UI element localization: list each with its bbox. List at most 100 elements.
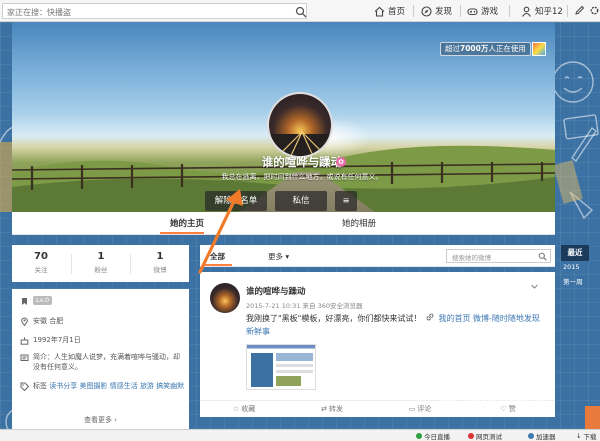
test-icon	[468, 433, 474, 439]
info-location-row: 安徽 合肥	[20, 316, 63, 326]
profile-avatar[interactable]	[267, 92, 333, 158]
stat-following[interactable]: 70 关注	[12, 251, 70, 274]
live-icon	[416, 433, 422, 439]
post-text: 我刚换了"黑板"模板，好漂亮，你们都快来试试！	[246, 314, 422, 323]
nav-divider	[460, 5, 461, 17]
accelerator-icon	[528, 433, 534, 439]
tag-link[interactable]: 搞笑幽默	[156, 382, 184, 390]
download-icon: ↓	[576, 432, 582, 440]
info-level-row: Lv.0	[20, 296, 53, 306]
nav-profile-label: 知乎12	[535, 7, 563, 17]
stat-following-value: 70	[34, 251, 48, 262]
edit-icon[interactable]	[574, 5, 585, 16]
unblock-button[interactable]: 解除黑名单	[205, 191, 267, 211]
status-test-label: 网页测试	[476, 433, 502, 441]
feed-search-box[interactable]: 搜索她的微博	[446, 249, 551, 263]
star-icon: ☆	[232, 405, 242, 413]
status-live-label: 今日直播	[424, 433, 450, 441]
info-location: 安徽 合肥	[33, 317, 64, 325]
feed-tab-more[interactable]: 更多 ▾	[268, 251, 289, 262]
top-navigation-bar: 家正在搜：快播盗 首页 发现 游戏 知乎12	[0, 0, 600, 22]
browser-status-bar: 今日直播 网页测试 加速器 ↓ 下载	[0, 429, 600, 441]
post-body: 我刚换了"黑板"模板，好漂亮，你们都快来试试！ 我的首页 微博-随时随地发现新鲜…	[246, 312, 546, 338]
baidu-watermark: Baidu经验	[437, 383, 548, 408]
nav-divider	[509, 5, 510, 17]
usage-badge-number: 7000万	[460, 44, 489, 53]
profile-username: 谁的喧哗与躁动	[261, 155, 343, 169]
status-accelerator-label: 加速器	[536, 433, 556, 441]
nav-games[interactable]: 游戏	[467, 4, 498, 18]
view-more-link[interactable]: 查看更多 ›	[12, 415, 189, 425]
feed-search-placeholder[interactable]: 搜索她的微博	[452, 252, 491, 262]
timeline-year[interactable]: 2015	[563, 263, 580, 271]
member-badge-icon[interactable]: ✿	[336, 157, 346, 167]
post-author-name[interactable]: 谁的喧哗与躁动	[246, 285, 306, 297]
stat-posts-label: 微博	[153, 266, 167, 274]
watermark-text: Baidu经验	[464, 389, 548, 408]
nav-home-label: 首页	[388, 7, 406, 17]
favorite-label: 收藏	[241, 405, 256, 413]
gamepad-icon	[467, 7, 478, 15]
repost-icon: ⇄	[320, 405, 330, 413]
usage-badge-suffix: 人正在使用	[488, 44, 526, 53]
timeline-week[interactable]: 第一周	[563, 276, 583, 286]
timeline-recent-tab[interactable]: 最近	[561, 245, 589, 261]
tag-icon	[20, 382, 29, 391]
post-author-avatar[interactable]	[210, 283, 240, 313]
nav-home[interactable]: 首页	[374, 4, 405, 18]
stat-following-label: 关注	[34, 266, 48, 274]
repost-label: 转发	[329, 405, 344, 413]
status-accelerator[interactable]: 加速器	[528, 431, 556, 441]
search-placeholder[interactable]: 家正在搜：快播盗	[7, 7, 71, 18]
tag-link[interactable]: 读书分享	[49, 382, 77, 390]
search-box[interactable]: 家正在搜：快播盗	[2, 3, 307, 19]
template-theme-icon[interactable]	[532, 42, 546, 56]
feed-tab-indicator	[204, 264, 232, 266]
bookmark-icon	[22, 298, 27, 305]
more-menu-button[interactable]: ≡	[335, 191, 357, 211]
cake-icon	[20, 337, 29, 345]
nav-profile[interactable]: 知乎12	[521, 4, 563, 18]
stat-posts-value: 1	[156, 251, 164, 262]
settings-icon[interactable]	[589, 5, 600, 16]
tag-link[interactable]: 旅游	[140, 382, 154, 390]
stat-followers[interactable]: 1 粉丝	[72, 251, 130, 274]
tag-link[interactable]: 美图摄影	[79, 382, 107, 390]
nav-discover[interactable]: 发现	[421, 4, 452, 18]
tab-her-album[interactable]: 她的相册	[342, 217, 376, 229]
user-icon	[522, 6, 531, 17]
stat-posts[interactable]: 1 微博	[131, 251, 189, 274]
search-icon[interactable]	[295, 6, 307, 18]
tab-her-home[interactable]: 她的主页	[170, 217, 204, 229]
repost-action[interactable]: ⇄ 转发	[288, 404, 376, 414]
favorite-action[interactable]: ☆ 收藏	[200, 404, 288, 414]
feed-tab-all[interactable]: 全部	[210, 251, 225, 262]
user-level-badge[interactable]: Lv.0	[33, 296, 53, 305]
profile-card-icon	[20, 354, 29, 361]
home-icon	[374, 6, 385, 17]
compass-icon	[421, 5, 432, 17]
profile-tab-bar: 她的主页 她的相册	[12, 212, 555, 235]
post-image-thumbnail[interactable]	[246, 344, 316, 390]
usage-badge: 超过7000万人正在使用	[440, 42, 531, 56]
chevron-down-icon[interactable]	[530, 282, 539, 291]
stat-followers-value: 1	[97, 251, 105, 262]
tag-link[interactable]: 情感生活	[110, 382, 138, 390]
profile-info-card: Lv.0 安徽 合肥 1992年7月1日 简介：人生如魔人说梦，充满着喧哗与骚动…	[12, 289, 189, 429]
info-birthday-row: 1992年7月1日	[20, 335, 81, 345]
stat-followers-label: 粉丝	[94, 266, 108, 274]
usage-badge-prefix: 超过	[445, 44, 460, 53]
search-icon[interactable]	[538, 252, 547, 261]
profile-stats-card: 70 关注 1 粉丝 1 微博	[12, 245, 189, 282]
private-message-button[interactable]: 私信	[275, 191, 327, 211]
profile-cover-banner: 超过7000万人正在使用 谁的喧哗与躁动 ✿ 我总在逃离，把时间到什么地方，或说…	[12, 22, 555, 212]
nav-divider	[413, 5, 414, 17]
info-intro-row: 简介：人生如魔人说梦，充满着喧哗与骚动，却没有任何意义。	[20, 352, 185, 372]
info-intro: 简介：人生如魔人说梦，充满着喧哗与骚动，却没有任何意义。	[33, 353, 180, 371]
status-live[interactable]: 今日直播	[416, 431, 450, 441]
profile-bio: 我总在逃离，把时间到什么地方，或说有任何意义。	[221, 173, 383, 181]
post-timestamp-source: 2015-7-21 10:31 来自 360安全浏览器	[246, 302, 363, 310]
status-download[interactable]: ↓ 下载	[576, 431, 596, 441]
status-test[interactable]: 网页测试	[468, 431, 502, 441]
active-tab-indicator	[160, 232, 204, 234]
